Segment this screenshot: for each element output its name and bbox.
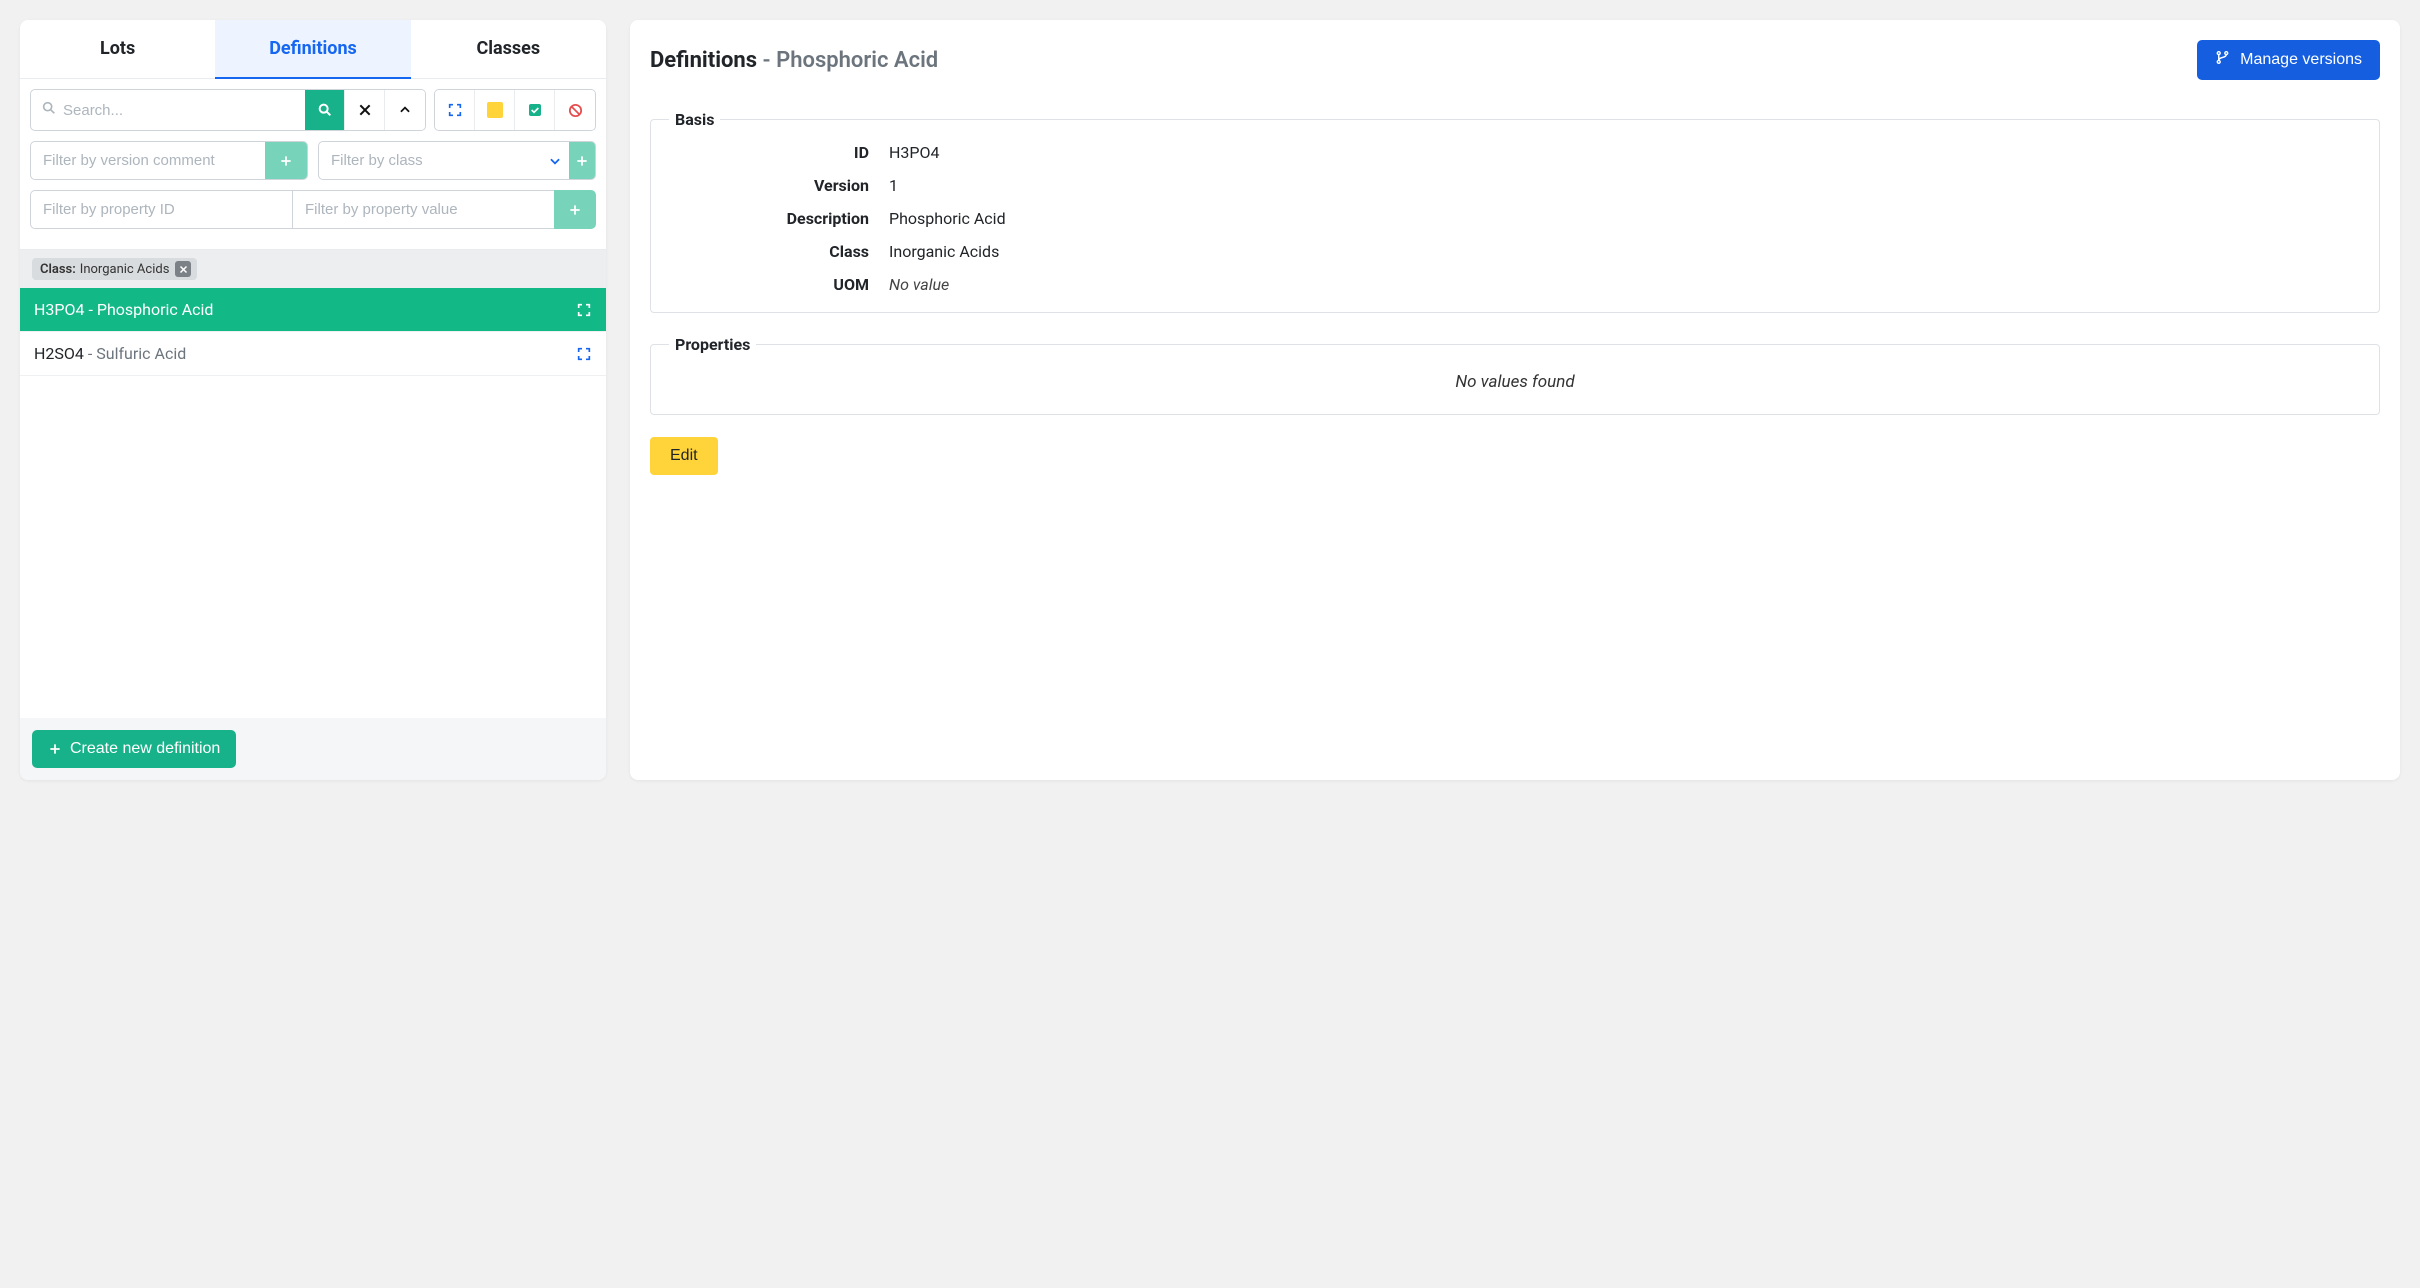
filter-chip-class: Class: Inorganic Acids [32, 258, 197, 280]
list-item-text: H3PO4 - Phosphoric Acid [34, 300, 213, 319]
add-property-filter-button[interactable] [554, 190, 596, 229]
field-value: 1 [889, 176, 2361, 195]
left-panel: Lots Definitions Classes [20, 20, 606, 780]
toolbar [20, 79, 606, 250]
branch-icon [2215, 50, 2230, 70]
list-item[interactable]: H2SO4 - Sulfuric Acid [20, 332, 606, 376]
filter-expand-icon[interactable] [435, 90, 475, 130]
list-item[interactable]: H3PO4 - Phosphoric Acid [20, 288, 606, 332]
field-label: Version [669, 176, 889, 195]
filter-property-value-input[interactable] [293, 191, 554, 228]
tab-definitions[interactable]: Definitions [215, 20, 410, 79]
filter-approved-icon[interactable] [515, 90, 555, 130]
filter-rejected-icon[interactable] [555, 90, 595, 130]
page-title: Definitions - Phosphoric Acid [650, 48, 938, 73]
properties-empty-text: No values found [669, 368, 2361, 396]
create-definition-button[interactable]: Create new definition [32, 730, 236, 768]
right-panel: Definitions - Phosphoric Acid Manage ver… [630, 20, 2400, 780]
tab-classes[interactable]: Classes [411, 20, 606, 79]
edit-button[interactable]: Edit [650, 437, 718, 475]
add-version-comment-filter-button[interactable] [265, 142, 307, 179]
definition-list: H3PO4 - Phosphoric Acid H2SO4 - Sulfuric… [20, 288, 606, 718]
field-value: No value [889, 275, 2361, 294]
field-label: ID [669, 143, 889, 162]
basis-legend: Basis [669, 110, 720, 129]
search-input[interactable] [63, 92, 295, 129]
expand-icon[interactable] [576, 346, 592, 362]
add-class-filter-button[interactable] [569, 142, 596, 179]
manage-versions-label: Manage versions [2240, 51, 2362, 69]
field-value: Phosphoric Acid [889, 209, 2361, 228]
collapse-button[interactable] [385, 90, 425, 130]
basis-fieldset: Basis IDH3PO4 Version1 DescriptionPhosph… [650, 110, 2380, 313]
tab-lots[interactable]: Lots [20, 20, 215, 79]
filter-property-id-input[interactable] [31, 191, 292, 228]
properties-legend: Properties [669, 335, 756, 354]
field-value: Inorganic Acids [889, 242, 2361, 261]
field-label: UOM [669, 275, 889, 294]
create-definition-label: Create new definition [70, 740, 220, 758]
chip-value: Inorganic Acids [80, 262, 170, 277]
search-button[interactable] [305, 90, 345, 130]
manage-versions-button[interactable]: Manage versions [2197, 40, 2380, 80]
class-chevron-down-icon[interactable] [542, 142, 569, 179]
list-item-text: H2SO4 - Sulfuric Acid [34, 344, 186, 363]
chip-label: Class: [40, 262, 76, 277]
chip-remove-button[interactable] [175, 261, 191, 277]
filter-version-comment-input[interactable] [31, 142, 265, 179]
active-filters-bar: Class: Inorganic Acids [20, 250, 606, 288]
filter-draft-icon[interactable] [475, 90, 515, 130]
field-value: H3PO4 [889, 143, 2361, 162]
field-label: Class [669, 242, 889, 261]
filter-class-select[interactable] [319, 142, 542, 179]
field-label: Description [669, 209, 889, 228]
clear-search-button[interactable] [345, 90, 385, 130]
tabs: Lots Definitions Classes [20, 20, 606, 79]
search-icon [41, 100, 63, 120]
left-footer: Create new definition [20, 718, 606, 780]
properties-fieldset: Properties No values found [650, 335, 2380, 415]
expand-icon[interactable] [576, 302, 592, 318]
